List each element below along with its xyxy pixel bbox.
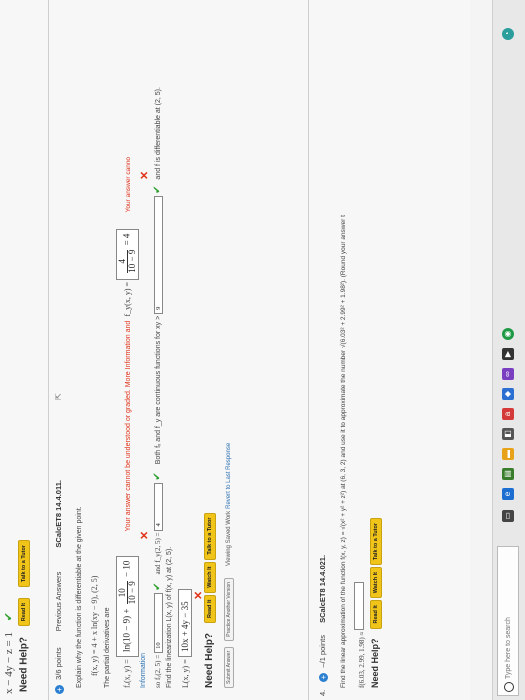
search-circle-icon <box>504 682 514 692</box>
media-icon[interactable]: ▶ <box>502 348 514 360</box>
information-link[interactable]: Information <box>140 653 147 688</box>
need-help-label: Need Help? <box>18 636 30 692</box>
question-4: 4. + –/1 points SCalcET8 14.4.021. Find … <box>318 0 383 700</box>
fy25-lhs: and f_y(2, 5) = <box>154 532 162 575</box>
q4-instruction: Find the linear approximation of the fun… <box>340 215 347 688</box>
xy-field[interactable]: 9 <box>154 195 163 314</box>
tray-icon[interactable]: ◔ <box>502 28 514 40</box>
check-icon: ✔ <box>152 582 163 591</box>
fx25-field[interactable]: 10 <box>154 592 163 653</box>
talk-to-tutor-button[interactable]: Talk to a Tutor <box>370 518 383 566</box>
question-code: SCalcET8 14.4.021. <box>318 554 327 623</box>
edge-icon[interactable]: e <box>502 488 514 500</box>
dropbox-icon[interactable]: ◆ <box>502 388 514 400</box>
need-help-label: Need Help? <box>204 632 215 688</box>
app-icon[interactable]: ▤ <box>502 468 514 480</box>
fy-x-mark: ✕ <box>139 170 151 180</box>
instruction-text: Explain why the function is differentiab… <box>76 506 83 688</box>
expand-plus-icon[interactable]: + <box>54 685 64 694</box>
revert-link[interactable]: Revert to Last Response <box>226 443 232 509</box>
submit-row: Submit Answer Practice Another Version V… <box>224 443 234 688</box>
linearization-row: L(x, y) = 10x + 4y − 35 <box>178 589 192 688</box>
check-icon: ✔ <box>152 185 163 194</box>
values-row: so fₓ(2, 5) = 10 ✔ and f_y(2, 5) = 4 ✔ B… <box>152 87 163 688</box>
fy-answer-field[interactable]: 4 10 − 9 = 4 <box>116 228 139 280</box>
question-code: SCalcET8 14.4.011. <box>54 480 63 548</box>
divider <box>308 0 309 700</box>
approx-field[interactable] <box>354 581 364 630</box>
fx25-lhs: so fₓ(2, 5) = <box>154 654 162 688</box>
store-icon[interactable]: ◧ <box>502 428 514 440</box>
need-help-row: Need Help? Read It Watch It Talk to a Tu… <box>370 518 383 688</box>
linearization-label: Find the linearization L(x, y) of f(x, y… <box>166 546 173 688</box>
submit-answer-button[interactable]: Submit Answer <box>224 646 234 688</box>
fx-answer-text: ln(10 − 9) + <box>121 608 132 652</box>
question-number: 4. <box>318 689 327 696</box>
question-header: 4. + –/1 points SCalcET8 14.4.021. <box>318 0 336 700</box>
previous-equation: x − 4y − z = 1 ✔ <box>3 612 15 694</box>
fy-lhs: f_y(x, y) = <box>122 281 132 317</box>
fx-answer-field[interactable]: ln(10 − 9) + 10 10 − 9 − 10 <box>116 555 139 657</box>
fx-frac-den: 10 − 9 <box>127 581 137 605</box>
search-placeholder: Type here to search <box>505 617 512 679</box>
question-3: + 3/6 points Previous Answers SCalcET8 1… <box>54 0 234 700</box>
mouse-cursor-icon: ⇱ <box>54 393 63 400</box>
rotated-screen: x − 4y − z = 1 ✔ Need Help? Read It Talk… <box>0 0 525 700</box>
read-it-button[interactable]: Read It <box>370 600 383 629</box>
read-it-button[interactable]: Read It <box>18 597 30 627</box>
need-help-row-top: Need Help? Read It Talk to a Tutor <box>18 540 30 692</box>
file-explorer-icon[interactable]: ▬ <box>502 448 514 460</box>
talk-to-tutor-button[interactable]: Talk to a Tutor <box>18 540 30 588</box>
feedback-cut-text: Your answer canno <box>124 156 132 213</box>
fx-x-mark: ✕ <box>139 530 151 540</box>
watch-it-button[interactable]: Watch It <box>204 561 217 593</box>
fx-lhs: fₓ(x, y) = <box>122 659 132 688</box>
need-help-row: Need Help? Read It Watch It Talk to a Tu… <box>204 512 217 688</box>
partials-label: The partial derivatives are <box>104 607 111 688</box>
checkmark-icon: ✔ <box>3 612 15 622</box>
windows-taskbar: Type here to search ▭ e ▤ ▬ ◧ a ◆ ∞ ▶ ◉ … <box>492 0 525 700</box>
approx-row: f(6.03, 2.99, 1.98) ≈ <box>354 581 366 688</box>
assignment-page: x − 4y − z = 1 ✔ Need Help? Read It Talk… <box>0 0 470 700</box>
taskbar-search-input[interactable]: Type here to search <box>497 546 519 696</box>
L-lhs: L(x, y) = <box>181 659 190 688</box>
practice-another-version-button[interactable]: Practice Another Version <box>224 577 234 641</box>
fx-tail: − 10 <box>121 560 132 577</box>
watch-it-button[interactable]: Watch It <box>370 567 383 599</box>
function-text: f(x, y) = 4 + x ln(xy − 9), (2, 5) <box>90 575 99 676</box>
expand-plus-icon[interactable]: + <box>318 672 328 682</box>
previous-answers-link[interactable]: Previous Answers <box>54 572 63 632</box>
approx-lhs: f(6.03, 2.99, 1.98) ≈ <box>358 631 366 688</box>
fx-row: fₓ(x, y) = ln(10 − 9) + 10 10 − 9 − 10 Yo… <box>116 157 139 688</box>
read-it-button[interactable]: Read It <box>204 594 217 624</box>
task-view-icon[interactable]: ▭ <box>502 510 514 522</box>
talk-to-tutor-button[interactable]: Talk to a Tutor <box>204 512 217 560</box>
fy25-field[interactable]: 4 <box>154 482 163 531</box>
question-header: + 3/6 points Previous Answers SCalcET8 1… <box>54 0 72 700</box>
L-answer-field[interactable]: 10x + 4y − 35 <box>178 589 192 658</box>
viewing-saved-work-label: Viewing Saved Work <box>226 510 232 566</box>
chrome-icon[interactable]: ◉ <box>502 328 514 340</box>
feedback-text: Your answer cannot be understood or grad… <box>124 320 132 532</box>
continuity-text: Both fₓ and f_y are continuous functions… <box>155 315 162 465</box>
mail-icon[interactable]: a <box>502 408 514 420</box>
differentiable-text: and f is differentiable at (2, 5). <box>155 87 162 180</box>
fy-tail: = 4 <box>121 233 132 246</box>
points-label: 3/6 points <box>54 647 63 680</box>
divider <box>48 0 49 700</box>
points-label: –/1 points <box>318 635 327 668</box>
check-icon: ✔ <box>152 472 163 481</box>
fy-frac-den: 10 − 9 <box>127 249 137 273</box>
app2-icon[interactable]: ∞ <box>502 368 514 380</box>
need-help-label: Need Help? <box>370 638 380 688</box>
